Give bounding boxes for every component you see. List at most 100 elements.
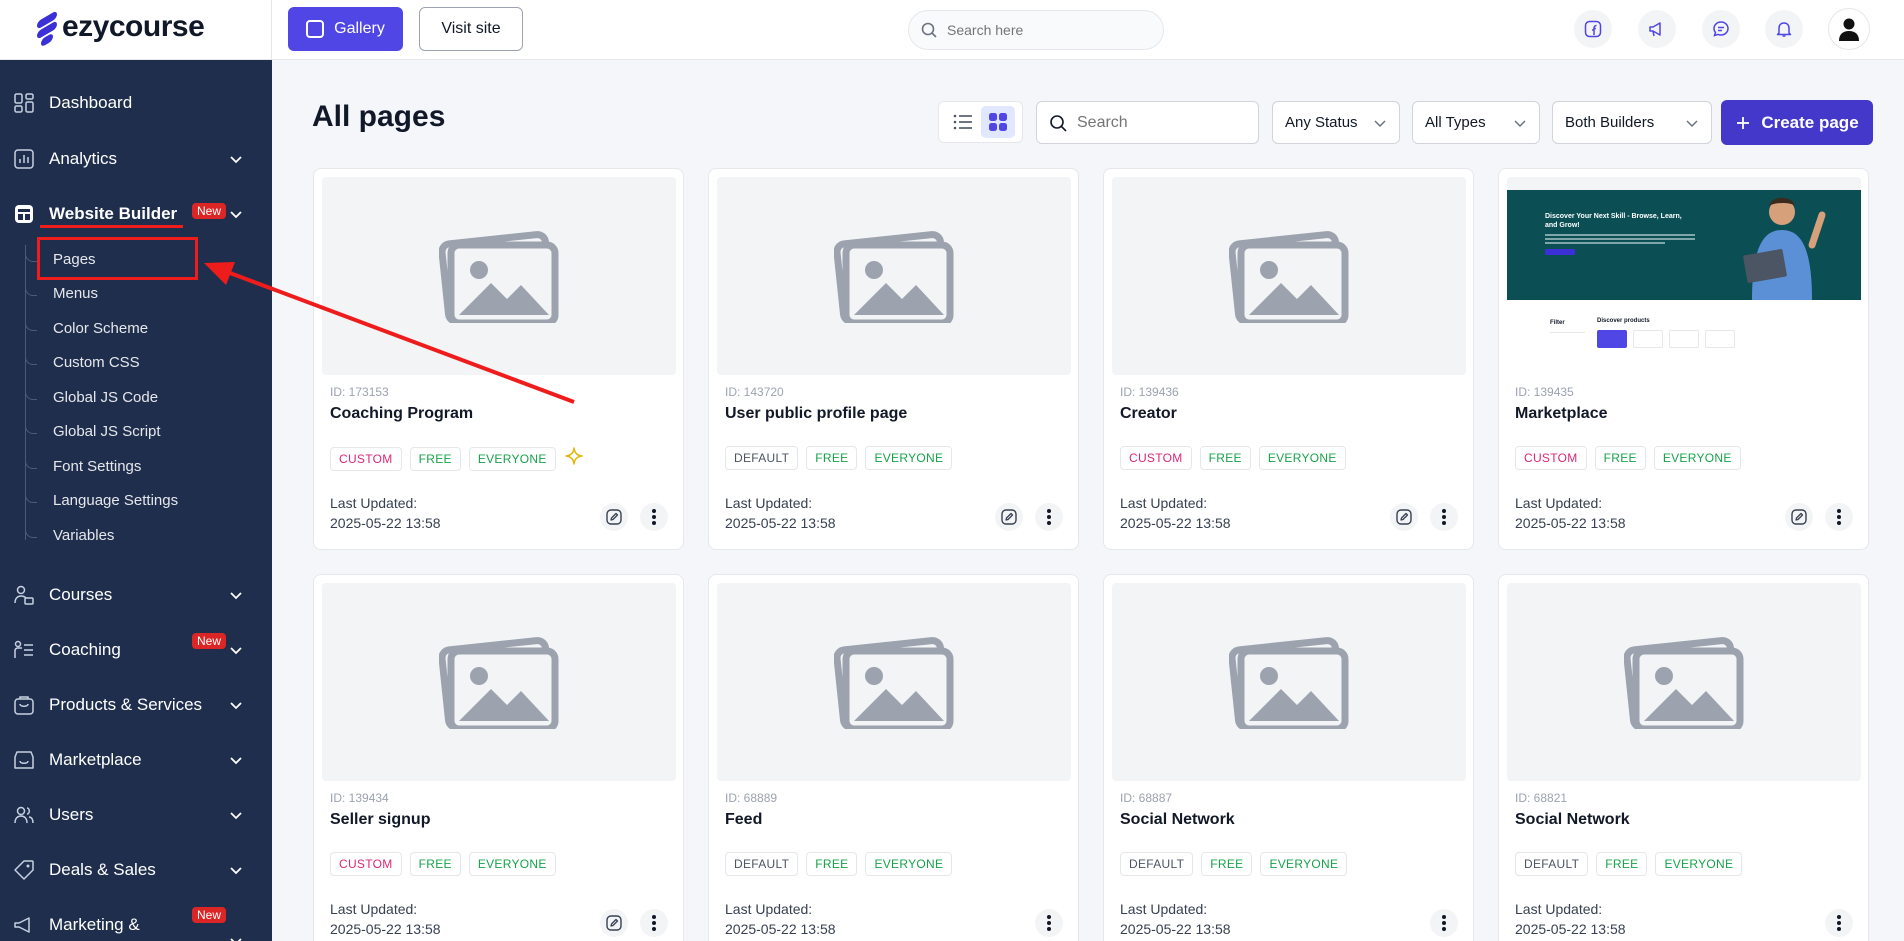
create-page-button[interactable]: Create page: [1721, 100, 1873, 145]
gallery-button[interactable]: Gallery: [288, 7, 403, 51]
builder-filter[interactable]: Both Builders: [1552, 101, 1712, 144]
visit-site-button[interactable]: Visit site: [419, 7, 523, 51]
user-avatar[interactable]: [1828, 8, 1870, 50]
chevron-down-icon: [230, 812, 242, 820]
edit-page-button[interactable]: [995, 503, 1023, 531]
notifications-button[interactable]: [1765, 10, 1803, 48]
new-badge: New: [192, 203, 227, 219]
page-thumbnail[interactable]: [1507, 583, 1861, 781]
sidebar-subitem-global-js-code[interactable]: Global JS Code: [53, 389, 158, 406]
page-search-input[interactable]: [1077, 113, 1247, 132]
more-options-button[interactable]: [1035, 909, 1063, 937]
grid-view-button[interactable]: [981, 106, 1016, 138]
sidebar-item-website-builder[interactable]: Website Builder New: [0, 194, 272, 234]
sidebar-subitem-custom-css[interactable]: Custom CSS: [53, 354, 140, 371]
sidebar-item-label: Coaching: [49, 640, 121, 659]
page-name[interactable]: Feed: [725, 811, 762, 829]
page-id: ID: 68887: [1120, 791, 1173, 805]
edit-icon: [606, 915, 622, 931]
page-thumbnail[interactable]: [1112, 177, 1466, 375]
page-thumbnail[interactable]: Discover Your Next Skill - Browse, Learn…: [1507, 177, 1861, 375]
page-card[interactable]: Discover Your Next Skill - Browse, Learn…: [1498, 168, 1869, 550]
more-options-button[interactable]: [640, 503, 668, 531]
page-card[interactable]: ID: 68887 Social Network DEFAULT FREE EVERYO…: [1103, 574, 1474, 941]
more-options-button[interactable]: [1035, 503, 1063, 531]
page-thumbnail[interactable]: [322, 583, 676, 781]
last-updated: Last Updated: 2025-05-22 13:58: [1120, 493, 1231, 533]
more-options-button[interactable]: [1825, 909, 1853, 937]
messages-button[interactable]: [1702, 10, 1740, 48]
page-name[interactable]: Seller signup: [330, 811, 430, 829]
submenu-branch: [25, 321, 37, 331]
sidebar-subitem-menus[interactable]: Menus: [53, 285, 98, 302]
submenu-branch: [25, 252, 37, 262]
image-placeholder-icon: [833, 225, 954, 328]
sidebar-item-analytics[interactable]: Analytics: [0, 139, 272, 179]
edit-page-button[interactable]: [600, 909, 628, 937]
page-name[interactable]: Coaching Program: [330, 405, 473, 423]
tag-everyone: EVERYONE: [1655, 852, 1743, 876]
sidebar-item-marketing[interactable]: Marketing & New: [0, 905, 272, 941]
search-icon: [1050, 114, 1067, 132]
global-search[interactable]: [908, 10, 1164, 50]
more-options-button[interactable]: [1430, 503, 1458, 531]
brand-logo[interactable]: ezycourse: [36, 10, 205, 48]
visit-site-label: Visit site: [441, 20, 501, 37]
sidebar-subitem-font-settings[interactable]: Font Settings: [53, 458, 141, 475]
sidebar-item-marketplace[interactable]: Marketplace: [0, 740, 272, 780]
more-options-button[interactable]: [640, 909, 668, 937]
status-filter[interactable]: Any Status: [1272, 101, 1400, 144]
page-card[interactable]: ID: 143720 User public profile page DEFAUL…: [708, 168, 1079, 550]
page-name[interactable]: Social Network: [1120, 811, 1235, 829]
products-icon: [13, 694, 35, 716]
list-view-button[interactable]: [946, 106, 980, 138]
edit-page-button[interactable]: [600, 503, 628, 531]
more-options-button[interactable]: [1825, 503, 1853, 531]
sidebar-subitem-color-scheme[interactable]: Color Scheme: [53, 320, 148, 337]
sidebar-item-coaching[interactable]: Coaching New: [0, 630, 272, 670]
last-updated-label: Last Updated:: [1120, 495, 1208, 511]
facebook-button[interactable]: [1574, 10, 1612, 48]
more-options-button[interactable]: [1430, 909, 1458, 937]
page-name[interactable]: Social Network: [1515, 811, 1630, 829]
tag-everyone: EVERYONE: [1653, 446, 1741, 470]
image-placeholder-icon: [833, 631, 954, 734]
global-search-input[interactable]: [947, 22, 1147, 38]
page-search[interactable]: [1036, 101, 1259, 144]
page-thumbnail[interactable]: [1112, 583, 1466, 781]
sidebar-item-products-services[interactable]: Products & Services: [0, 685, 272, 725]
sidebar-item-dashboard[interactable]: Dashboard: [0, 83, 272, 123]
page-card[interactable]: ID: 139434 Seller signup CUSTOM FREE EVERYON…: [313, 574, 684, 941]
page-card[interactable]: ID: 68889 Feed DEFAULT FREE EVERYONE Last Upd…: [708, 574, 1079, 941]
tag-default: DEFAULT: [1515, 852, 1589, 876]
sidebar-item-courses[interactable]: Courses: [0, 575, 272, 615]
edit-page-button[interactable]: [1785, 503, 1813, 531]
sidebar-subitem-global-js-script[interactable]: Global JS Script: [53, 423, 161, 440]
type-filter[interactable]: All Types: [1412, 101, 1540, 144]
page-thumbnail[interactable]: [717, 177, 1071, 375]
edit-page-button[interactable]: [1390, 503, 1418, 531]
page-card[interactable]: ID: 173153 Coaching Program CUSTOM FREE EVER…: [313, 168, 684, 550]
submenu-branch: [25, 390, 37, 400]
sidebar-item-users[interactable]: Users: [0, 795, 272, 835]
page-name[interactable]: User public profile page: [725, 405, 907, 423]
page-thumbnail[interactable]: [322, 177, 676, 375]
announcements-button[interactable]: [1638, 10, 1676, 48]
submenu-branch: [25, 493, 37, 503]
page-name[interactable]: Marketplace: [1515, 405, 1608, 423]
deals-icon: [13, 859, 35, 881]
page-id: ID: 139435: [1515, 385, 1574, 399]
last-updated: Last Updated: 2025-05-22 13:58: [1515, 899, 1626, 939]
page-name[interactable]: Creator: [1120, 405, 1177, 423]
sidebar-subitem-variables[interactable]: Variables: [53, 527, 114, 544]
edit-icon: [1791, 509, 1807, 525]
page-card[interactable]: ID: 139436 Creator CUSTOM FREE EVERYONE Last …: [1103, 168, 1474, 550]
sidebar-subitem-language-settings[interactable]: Language Settings: [53, 492, 178, 509]
chevron-down-icon: [1686, 120, 1698, 128]
page-card[interactable]: ID: 68821 Social Network DEFAULT FREE EVERYO…: [1498, 574, 1869, 941]
sidebar-item-label: Dashboard: [49, 93, 133, 112]
page-id: ID: 68889: [725, 791, 778, 805]
page-thumbnail[interactable]: [717, 583, 1071, 781]
sidebar-item-deals-sales[interactable]: Deals & Sales: [0, 850, 272, 890]
new-badge: New: [192, 907, 227, 923]
